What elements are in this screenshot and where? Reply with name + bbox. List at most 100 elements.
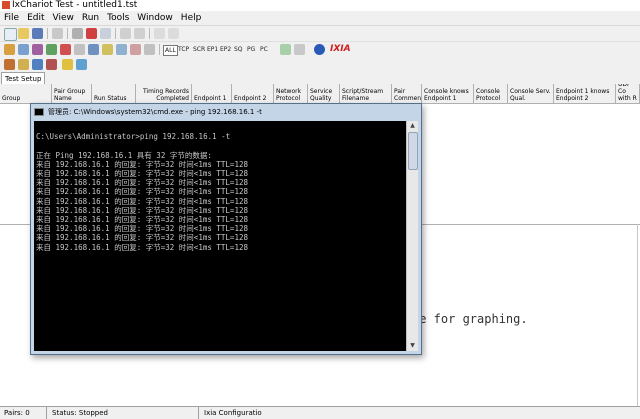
collapse-icon[interactable] [294, 44, 305, 55]
column-header[interactable]: Endpoint 2 [232, 84, 274, 104]
add-multicast-icon[interactable] [18, 44, 29, 55]
menu-help[interactable]: Help [177, 11, 206, 25]
delete-icon[interactable] [130, 44, 141, 55]
open-folder-icon[interactable] [18, 28, 29, 39]
toolbar-separator [47, 28, 48, 39]
pane-divider [637, 224, 638, 406]
toolbar-separator [67, 28, 68, 39]
app-title-bar: IxChariot Test - untitled1.tst [0, 0, 640, 11]
column-header[interactable]: Console Serv. Qual. [508, 84, 554, 104]
column-label: Endpoint 2 [234, 95, 267, 102]
copy-icon[interactable] [100, 28, 111, 39]
column-header[interactable]: Endpoint 1 knows Endpoint 2 [554, 84, 616, 104]
column-label: Endpoint 1 [194, 95, 227, 102]
toolbar-tools [0, 57, 640, 73]
filter-ep2-button[interactable]: EP2 [220, 45, 231, 54]
wrench-icon[interactable] [18, 59, 29, 70]
toolbar-separator [159, 44, 160, 55]
menu-run[interactable]: Run [78, 11, 103, 25]
column-header[interactable]: Console Protocol [474, 84, 508, 104]
console-line: 来自 192.168.16.1 的回复: 字节=32 时间<1ms TTL=12… [36, 187, 248, 197]
column-label: Service Quality [310, 88, 333, 102]
menu-edit[interactable]: Edit [23, 11, 48, 25]
column-label: Console Protocol [476, 88, 501, 102]
expand-icon[interactable] [280, 44, 291, 55]
menu-view[interactable]: View [49, 11, 78, 25]
column-label: Network Protocol [276, 88, 302, 102]
console-line: 来自 192.168.16.1 的回复: 字节=32 时间<1ms TTL=12… [36, 169, 248, 179]
cut-icon[interactable] [72, 28, 83, 39]
column-label: Script/Stream Filename [342, 88, 384, 102]
filter-scr-button[interactable]: SCR [193, 45, 205, 54]
menu-bar: File Edit View Run Tools Window Help [0, 11, 640, 26]
column-header[interactable]: Timing Records Completed [136, 84, 192, 104]
column-label: Console knows Endpoint 1 [424, 88, 469, 102]
column-label: UDP Co with R [618, 84, 637, 102]
print-icon[interactable] [52, 28, 63, 39]
console-line: 正在 Ping 192.168.16.1 具有 32 字节的数据: [36, 150, 212, 160]
info-icon[interactable] [314, 44, 325, 55]
column-header[interactable]: Endpoint 1 [192, 84, 232, 104]
cmd-title: 管理员: C:\Windows\system32\cmd.exe - ping … [48, 108, 262, 116]
replace-icon[interactable] [168, 28, 179, 39]
column-header[interactable]: Group [0, 84, 52, 104]
swap-endpoints-icon[interactable] [74, 44, 85, 55]
filter-all-button[interactable]: ALL [163, 45, 178, 56]
new-file-icon[interactable] [4, 28, 17, 41]
column-label: Pair Comment [394, 88, 422, 102]
column-header[interactable]: Script/Stream Filename [340, 84, 392, 104]
filter-ep1-button[interactable]: EP1 [207, 45, 218, 54]
console-line: 来自 192.168.16.1 的回复: 字节=32 时间<1ms TTL=12… [36, 159, 248, 169]
cmd-icon [34, 108, 44, 116]
column-header[interactable]: UDP Co with R [616, 84, 640, 104]
abort-icon[interactable] [60, 44, 71, 55]
scroll-down-icon[interactable]: ▼ [407, 341, 418, 351]
filter-pc-button[interactable]: PC [260, 45, 268, 54]
find-icon[interactable] [154, 28, 165, 39]
column-header[interactable]: Pair Group Name [52, 84, 92, 104]
renumber-icon[interactable] [88, 44, 99, 55]
cmd-scrollbar[interactable]: ▲ ▼ [406, 121, 418, 351]
column-label: Timing Records Completed [142, 88, 189, 102]
filter-pg-button[interactable]: PG [247, 45, 255, 54]
scroll-thumb[interactable] [408, 132, 418, 170]
edit-pair-icon[interactable] [32, 44, 43, 55]
status-config: Ixia Configuratio [204, 409, 262, 417]
scroll-up-icon[interactable]: ▲ [407, 121, 418, 131]
save-icon[interactable] [32, 28, 43, 39]
zoom-icon[interactable] [144, 44, 155, 55]
menu-file[interactable]: File [0, 11, 23, 25]
status-bar: Pairs: 0 Status: Stopped Ixia Configurat… [0, 406, 640, 419]
column-header[interactable]: Pair Comment [392, 84, 422, 104]
console-line: 来自 192.168.16.1 的回复: 字节=32 时间<1ms TTL=12… [36, 233, 248, 243]
settings-icon[interactable] [76, 59, 87, 70]
options-icon[interactable] [116, 44, 127, 55]
graph-message: le for graphing. [412, 312, 528, 326]
network-icon[interactable] [32, 59, 43, 70]
undo-icon[interactable] [120, 28, 131, 39]
properties-icon[interactable] [102, 44, 113, 55]
chart-icon[interactable] [46, 59, 57, 70]
redo-icon[interactable] [134, 28, 145, 39]
menu-window[interactable]: Window [133, 11, 177, 25]
cmd-title-bar[interactable]: 管理员: C:\Windows\system32\cmd.exe - ping … [31, 104, 421, 121]
status-separator [198, 407, 199, 419]
toolbar-standard [0, 26, 640, 42]
run-icon[interactable] [46, 44, 57, 55]
column-header[interactable]: Console knows Endpoint 1 [422, 84, 474, 104]
column-header[interactable]: Run Status [92, 84, 136, 104]
stop-icon[interactable] [86, 28, 97, 39]
filter-tcp-button[interactable]: TCP [178, 45, 189, 54]
column-header[interactable]: Network Protocol [274, 84, 308, 104]
lock-icon[interactable] [62, 59, 73, 70]
menu-tools[interactable]: Tools [103, 11, 133, 25]
add-pair-icon[interactable] [4, 44, 15, 55]
pencil-icon[interactable] [4, 59, 15, 70]
column-header[interactable]: Service Quality [308, 84, 340, 104]
column-label: Run Status [94, 95, 127, 102]
status-run-status: Status: Stopped [52, 409, 108, 417]
filter-sq-button[interactable]: SQ [234, 45, 243, 54]
console-line: 来自 192.168.16.1 的回复: 字节=32 时间<1ms TTL=12… [36, 205, 248, 215]
column-label: Pair Group Name [54, 88, 86, 102]
cmd-console-output[interactable]: C:\Users\Administrator>ping 192.168.16.1… [34, 121, 406, 351]
